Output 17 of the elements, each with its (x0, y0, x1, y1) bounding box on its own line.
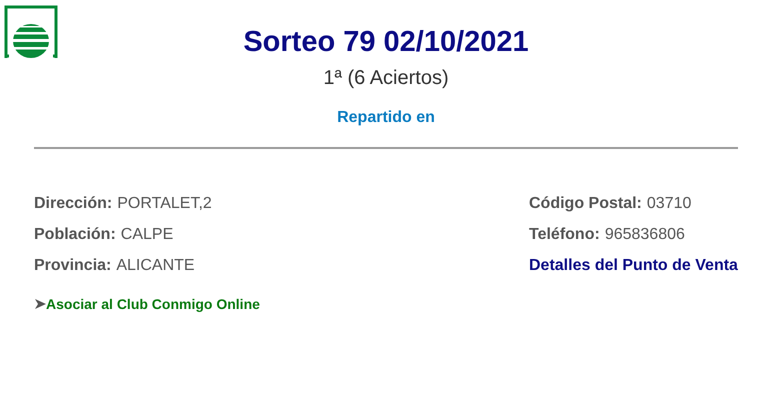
page-title: Sorteo 79 02/10/2021 (243, 25, 529, 60)
arrow-icon (35, 299, 46, 309)
field-label: Dirección: (34, 194, 112, 214)
club-link[interactable]: Asociar al Club Conmigo Online (46, 295, 260, 313)
field-value: 965836806 (604, 225, 685, 245)
field-value: CALPE (120, 225, 174, 245)
field-label: Provincia: (34, 256, 112, 276)
field-label: Teléfono: (529, 225, 600, 245)
section-heading: Repartido en (337, 108, 435, 128)
field-value: 03710 (646, 194, 692, 214)
field-label: Población: (34, 225, 116, 245)
field-value: PORTALET,2 (117, 194, 212, 214)
logo-icon (4, 5, 58, 58)
details-link[interactable]: Detalles del Punto de Venta (529, 256, 742, 276)
field-value: ALICANTE (116, 256, 195, 276)
prize-category: 1ª (6 Aciertos) (323, 66, 449, 91)
field-label: Código Postal: (529, 194, 642, 214)
